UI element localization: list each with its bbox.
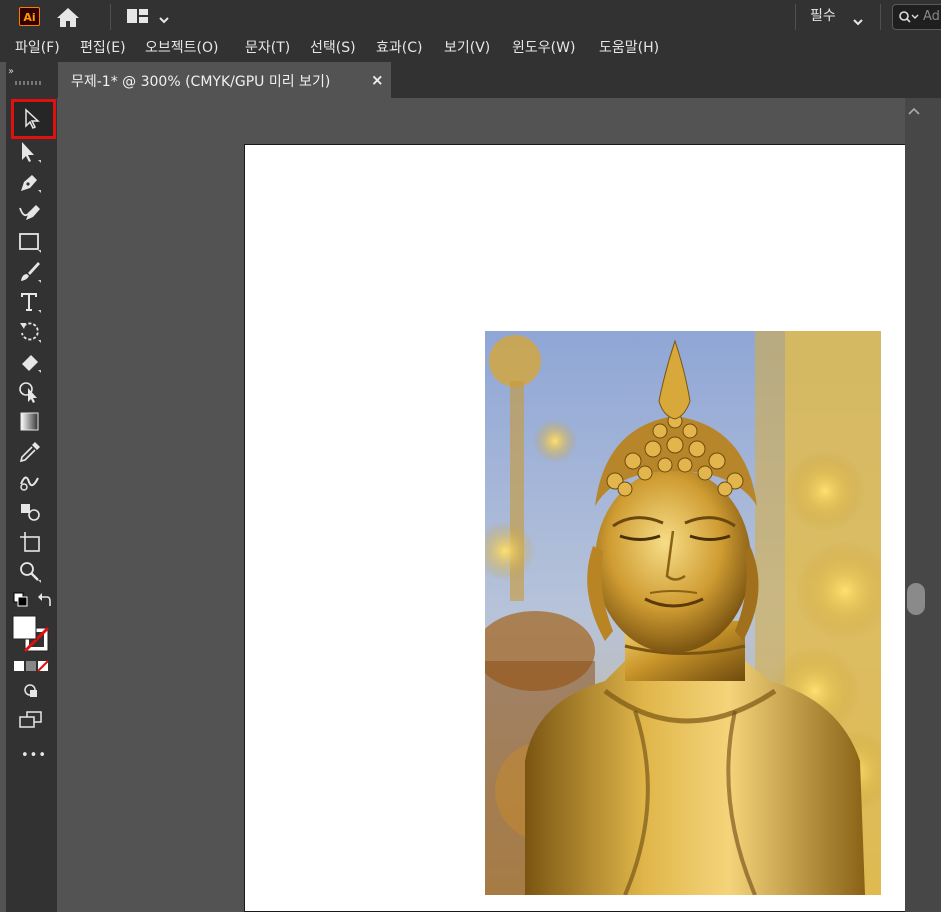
symbol-sprayer-tool[interactable] [14,498,46,526]
menu-window[interactable]: 윈도우(W) [512,38,575,58]
menu-file[interactable]: 파일(F) [15,38,60,58]
blend-icon [20,476,39,491]
direct-selection-icon [22,142,41,163]
menu-select[interactable]: 선택(S) [310,38,356,58]
screen-mode-icon[interactable] [18,710,44,730]
fill-stroke-swatch[interactable] [12,615,50,653]
menu-effect[interactable]: 효과(C) [376,38,422,58]
separator [795,4,796,30]
swap-fill-stroke-icon[interactable] [37,592,53,608]
eraser-tool[interactable] [14,348,46,376]
rectangle-icon [19,233,41,253]
pen-icon [21,175,41,193]
document-tab-title: 무제-1* @ 300% (CMYK/GPU 미리 보기) [71,74,331,90]
eyedropper-tool[interactable] [14,438,46,466]
color-mode-buttons[interactable] [13,658,49,672]
arrange-documents-icon[interactable] [126,8,152,24]
search-placeholder: Ad [923,9,940,24]
chevron-down-icon[interactable] [158,10,170,24]
separator [880,4,881,30]
rectangle-tool[interactable] [14,228,46,256]
selection-arrow-icon [25,108,40,130]
selection-tool[interactable] [11,99,56,139]
chevron-down-icon[interactable] [852,12,864,26]
symbol-sprayer-icon [21,504,40,521]
ai-logo: Ai [19,7,40,26]
gradient-tool[interactable] [14,408,46,436]
direct-selection-tool[interactable] [14,138,46,166]
default-fill-stroke-icon[interactable] [13,592,29,608]
close-icon[interactable]: × [371,71,384,89]
type-tool[interactable] [14,288,46,316]
shape-builder-tool[interactable] [14,378,46,406]
more-tools-button[interactable]: ••• [21,748,47,763]
menu-help[interactable]: 도움말(H) [599,38,659,58]
workspace-switcher[interactable]: 필수 [810,6,836,26]
menu-type[interactable]: 문자(T) [245,38,290,58]
home-icon[interactable] [56,6,80,28]
search-icon [899,11,919,23]
pen-tool[interactable] [14,168,46,196]
type-icon [21,293,41,313]
rotate-tool[interactable] [14,318,46,346]
scroll-thumb[interactable] [907,583,925,615]
zoom-tool[interactable] [14,558,46,586]
paintbrush-tool[interactable] [14,258,46,286]
panel-grip[interactable] [15,81,43,85]
eyedropper-icon [19,442,40,463]
rotate-icon [20,322,41,343]
separator [110,4,111,30]
placed-image[interactable] [485,331,881,895]
search-input[interactable]: Ad [892,4,941,30]
eraser-icon [22,355,41,373]
artboard-tool[interactable] [14,528,46,556]
blend-tool[interactable] [14,468,46,496]
vertical-scrollbar[interactable] [905,98,941,912]
paintbrush-icon [21,262,41,283]
menu-bar: 파일(F) 편집(E) 오브젝트(O) 문자(T) 선택(S) 효과(C) 보기… [0,34,941,62]
curvature-tool[interactable] [14,198,46,226]
menu-edit[interactable]: 편집(E) [80,38,126,58]
drawing-modes-icon[interactable] [22,682,40,700]
zoom-icon [20,562,41,583]
document-tab[interactable]: 무제-1* @ 300% (CMYK/GPU 미리 보기) × [58,62,391,100]
shape-builder-icon [19,382,37,403]
artboard-icon [20,532,40,552]
collapse-panel-icon[interactable]: ›› [8,66,14,77]
gradient-icon [20,412,39,431]
menu-object[interactable]: 오브젝트(O) [145,38,218,58]
curvature-icon [19,205,40,220]
menu-view[interactable]: 보기(V) [444,38,490,58]
scroll-up-arrow[interactable] [908,104,920,118]
